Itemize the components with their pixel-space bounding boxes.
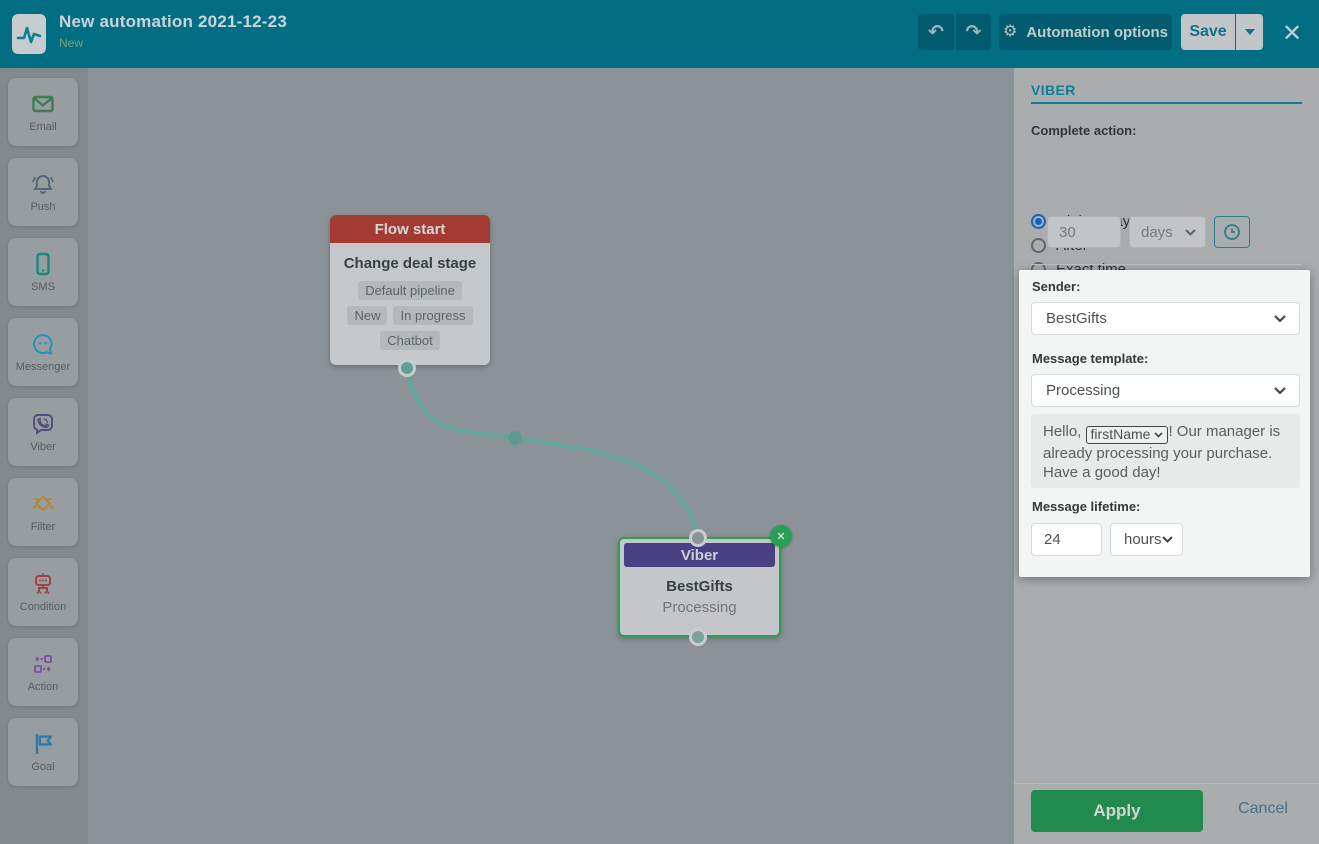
automation-options-button[interactable]: ⚙ Automation options bbox=[999, 14, 1172, 50]
variable-select[interactable]: firstName bbox=[1085, 425, 1169, 444]
edge-midpoint-handle bbox=[508, 431, 522, 445]
sidebar-item-label: Push bbox=[30, 201, 56, 213]
sidebar-item-label: Email bbox=[29, 121, 57, 133]
toolbox-sidebar: Email Push SMS Messenger Viber Filter Co… bbox=[0, 68, 88, 844]
preview-text-before: Hello, bbox=[1043, 423, 1086, 440]
flow-edge bbox=[404, 367, 701, 539]
lifetime-unit-value: hours bbox=[1124, 531, 1162, 548]
chevron-down-icon bbox=[1274, 386, 1286, 394]
exact-time-button[interactable] bbox=[1214, 216, 1250, 248]
sidebar-item-filter[interactable]: Filter bbox=[8, 478, 78, 546]
delay-value-input[interactable] bbox=[1047, 216, 1121, 248]
message-preview: Hello, firstName! Our manager is already… bbox=[1031, 414, 1300, 488]
complete-action-label: Complete action: bbox=[1031, 123, 1137, 138]
app-logo bbox=[12, 14, 46, 54]
viber-node-output-connector[interactable] bbox=[689, 628, 707, 646]
flow-start-output-connector[interactable] bbox=[398, 359, 416, 377]
messenger-icon bbox=[33, 333, 53, 355]
chevron-down-icon bbox=[1162, 536, 1173, 543]
sidebar-item-condition[interactable]: Condition bbox=[8, 558, 78, 626]
pulse-icon bbox=[16, 26, 42, 44]
flow-start-node-title: Change deal stage bbox=[343, 255, 477, 272]
undo-icon: ↶ bbox=[928, 21, 944, 43]
save-dropdown-button[interactable] bbox=[1236, 14, 1263, 50]
sidebar-item-viber[interactable]: Viber bbox=[8, 398, 78, 466]
viber-icon bbox=[33, 414, 53, 435]
gear-icon: ⚙ bbox=[1003, 23, 1018, 40]
sender-value: BestGifts bbox=[1046, 310, 1107, 327]
sms-phone-icon bbox=[36, 252, 50, 276]
cancel-button[interactable]: Cancel bbox=[1220, 800, 1306, 818]
viber-node-template: Processing bbox=[662, 599, 737, 616]
delete-icon: ✕ bbox=[776, 530, 786, 543]
email-icon bbox=[32, 95, 54, 113]
automation-options-label: Automation options bbox=[1026, 23, 1168, 41]
sidebar-item-action[interactable]: Action bbox=[8, 638, 78, 706]
message-template-value: Processing bbox=[1046, 382, 1121, 399]
flow-start-tag: New bbox=[347, 306, 388, 325]
message-lifetime-label: Message lifetime: bbox=[1032, 499, 1141, 514]
sidebar-item-goal[interactable]: Goal bbox=[8, 718, 78, 786]
sender-select[interactable]: BestGifts bbox=[1031, 302, 1300, 335]
flow-start-node[interactable]: Flow start Change deal stage Default pip… bbox=[330, 215, 490, 365]
message-template-label: Message template: bbox=[1032, 351, 1149, 366]
flow-start-tag: In progress bbox=[393, 306, 473, 325]
sidebar-item-label: Condition bbox=[19, 601, 67, 613]
variable-value: firstName bbox=[1090, 426, 1151, 442]
viber-node-input-connector[interactable] bbox=[689, 529, 707, 547]
page-subtitle: New bbox=[59, 36, 84, 50]
section-divider bbox=[1031, 264, 1302, 265]
clock-icon bbox=[1224, 224, 1240, 240]
push-bell-icon bbox=[32, 174, 54, 194]
redo-button[interactable]: ↷ bbox=[956, 14, 991, 50]
redo-icon: ↷ bbox=[965, 21, 982, 43]
flow-start-tag: Default pipeline bbox=[358, 281, 462, 300]
message-template-select[interactable]: Processing bbox=[1031, 374, 1300, 407]
sidebar-item-label: Viber bbox=[30, 441, 56, 453]
radio-icon bbox=[1031, 213, 1046, 229]
lifetime-value-input[interactable] bbox=[1031, 523, 1102, 556]
panel-heading-underline bbox=[1031, 102, 1302, 104]
sidebar-item-push[interactable]: Push bbox=[8, 158, 78, 226]
radio-icon bbox=[1031, 237, 1046, 253]
sender-label: Sender: bbox=[1032, 279, 1081, 294]
chevron-down-icon bbox=[1274, 314, 1286, 322]
viber-node[interactable]: Viber BestGifts Processing bbox=[618, 537, 781, 637]
chevron-down-icon bbox=[1154, 432, 1164, 438]
app-header: New automation 2021-12-23 New ↶ ↷ ⚙ Auto… bbox=[0, 0, 1319, 68]
chevron-down-icon bbox=[1244, 29, 1255, 35]
sender-section: Sender: BestGifts Message template: Proc… bbox=[1019, 270, 1310, 577]
footer-divider bbox=[1014, 783, 1319, 784]
page-title: New automation 2021-12-23 bbox=[59, 12, 287, 31]
apply-button[interactable]: Apply bbox=[1031, 790, 1203, 832]
condition-icon bbox=[35, 573, 51, 594]
chevron-down-icon bbox=[1185, 228, 1196, 236]
flow-start-node-header: Flow start bbox=[330, 215, 490, 243]
lifetime-unit-select[interactable]: hours bbox=[1110, 523, 1183, 556]
panel-heading: VIBER bbox=[1031, 82, 1076, 98]
settings-panel: VIBER Complete action: Right away After … bbox=[1014, 68, 1319, 844]
sidebar-item-label: Goal bbox=[31, 761, 55, 773]
close-icon: ✕ bbox=[1281, 19, 1303, 47]
viber-node-sender: BestGifts bbox=[666, 578, 733, 595]
delay-unit-select[interactable]: days bbox=[1129, 216, 1206, 248]
viber-node-delete-button[interactable]: ✕ bbox=[770, 525, 792, 547]
goal-flag-icon bbox=[35, 734, 53, 754]
flow-start-tag: Chatbot bbox=[380, 331, 440, 350]
sidebar-item-sms[interactable]: SMS bbox=[8, 238, 78, 306]
delay-unit-value: days bbox=[1141, 223, 1173, 241]
close-button[interactable]: ✕ bbox=[1277, 18, 1307, 48]
action-icon bbox=[34, 655, 52, 673]
sidebar-item-label: SMS bbox=[31, 281, 55, 293]
sidebar-item-messenger[interactable]: Messenger bbox=[8, 318, 78, 386]
filter-icon bbox=[32, 495, 54, 512]
sidebar-item-label: Filter bbox=[30, 521, 56, 533]
sidebar-item-email[interactable]: Email bbox=[8, 78, 78, 146]
undo-button[interactable]: ↶ bbox=[918, 14, 954, 50]
flow-canvas[interactable]: Flow start Change deal stage Default pip… bbox=[88, 68, 1014, 844]
sidebar-item-label: Messenger bbox=[15, 361, 71, 373]
save-button[interactable]: Save bbox=[1181, 14, 1235, 50]
sidebar-item-label: Action bbox=[27, 681, 59, 693]
